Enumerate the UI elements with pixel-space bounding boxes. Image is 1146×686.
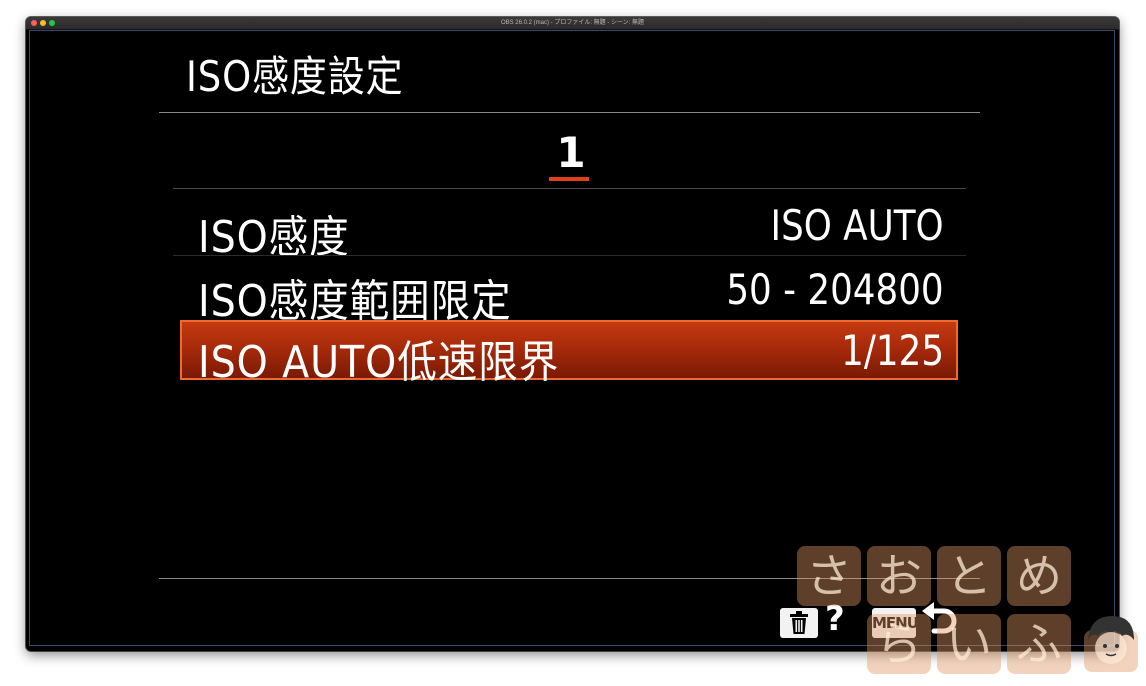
trash-icon [790,611,808,634]
watermark-char: ら [867,614,931,674]
row-divider [173,255,966,256]
page-indicator [549,177,589,181]
menu-title: ISO感度設定 [186,52,404,101]
watermark-char: い [937,614,1001,674]
menu-item-value: 50 - 204800 [726,265,944,314]
watermark-char: お [867,546,931,606]
menu-item-value: 1/125 [841,326,944,375]
watermark-char: と [937,546,1001,606]
watermark-char: ふ [1007,614,1071,674]
menu-item-label: ISO AUTO低速限界 [198,337,560,388]
menu-item-value: ISO AUTO [770,201,944,250]
watermark-char: さ [797,546,861,606]
window-title: OBS 26.0.2 (mac) - プロファイル: 無題 - シーン: 無題 [500,20,645,26]
menu-item-iso-range-limit[interactable]: ISO感度範囲限定 50 - 204800 [180,259,958,327]
window-titlebar: OBS 26.0.2 (mac) - プロファイル: 無題 - シーン: 無題 [26,17,1119,30]
menu-item-iso-sensitivity[interactable]: ISO感度 ISO AUTO [180,195,958,263]
watermark-char: め [1007,546,1071,606]
watermark-face-icon [1084,616,1138,672]
menu-item-iso-auto-min-shutter[interactable]: ISO AUTO低速限界 1/125 [180,320,958,388]
delete-button[interactable] [780,608,818,638]
page-divider [173,188,966,189]
title-divider [159,112,980,113]
page-number[interactable]: 1 [551,128,591,177]
